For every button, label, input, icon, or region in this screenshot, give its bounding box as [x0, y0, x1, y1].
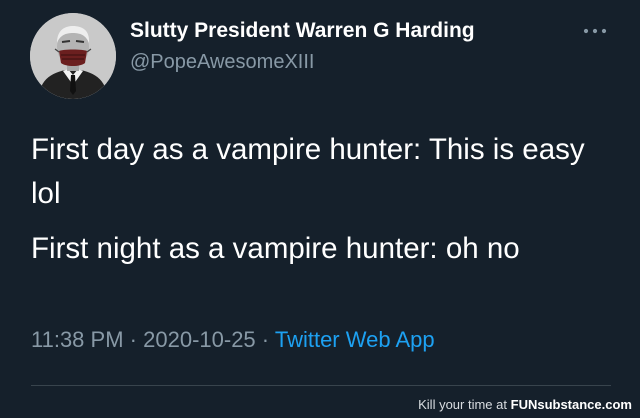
tweet-source-link[interactable]: Twitter Web App: [275, 327, 435, 352]
tweet-time[interactable]: 11:38 PM: [31, 327, 124, 352]
tweet-metadata: 11:38 PM · 2020-10-25 · Twitter Web App: [31, 327, 435, 353]
meta-separator: ·: [129, 327, 137, 352]
display-name[interactable]: Slutty President Warren G Harding: [130, 19, 475, 43]
profile-photo-icon: [30, 13, 116, 99]
meta-separator: ·: [261, 327, 270, 352]
tweet-card: Slutty President Warren G Harding @PopeA…: [0, 0, 640, 418]
tweet-paragraph-1: First day as a vampire hunter: This is e…: [31, 133, 585, 210]
tweet-text: First day as a vampire hunter: This is e…: [31, 128, 611, 282]
avatar[interactable]: [30, 13, 116, 99]
more-options-button[interactable]: [582, 24, 608, 38]
tweet-date[interactable]: 2020-10-25: [143, 327, 256, 352]
watermark-text: Kill your time at: [418, 397, 507, 412]
user-handle[interactable]: @PopeAwesomeXIII: [130, 51, 314, 74]
more-horizontal-icon: [583, 28, 607, 34]
watermark-brand: FUNsubstance.com: [510, 397, 632, 412]
site-watermark: Kill your time at FUNsubstance.com: [418, 397, 632, 412]
divider: [31, 385, 611, 386]
tweet-paragraph-2: First night as a vampire hunter: oh no: [31, 232, 520, 265]
